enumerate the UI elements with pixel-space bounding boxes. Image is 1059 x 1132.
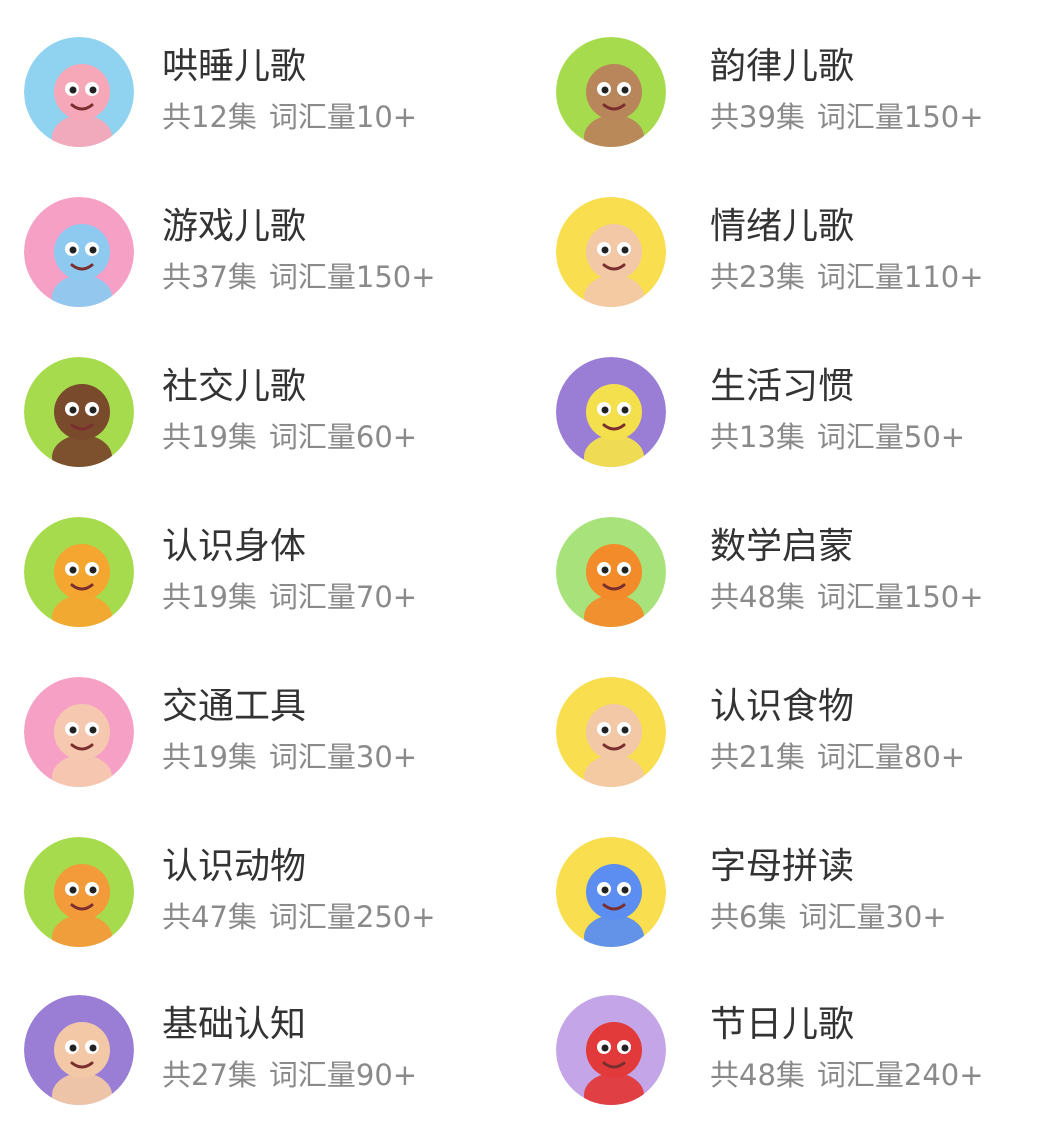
episode-count: 共37集 [162, 260, 257, 294]
category-title: 游戏儿歌 [162, 206, 307, 247]
vocab-count: 词汇量60+ [268, 420, 418, 454]
episode-count: 共13集 [710, 420, 805, 454]
vocab-count: 词汇量150+ [816, 580, 984, 614]
category-meta: 共37集 词汇量150+ [162, 259, 436, 295]
boy-icon-graphic [556, 197, 666, 307]
vocab-count: 词汇量70+ [268, 580, 418, 614]
cat-violin-icon [24, 37, 134, 147]
episode-count: 共21集 [710, 740, 805, 774]
santa-icon-graphic [556, 995, 666, 1105]
vocab-count: 词汇量90+ [268, 1058, 418, 1092]
monster-icon-graphic [556, 357, 666, 467]
category-title: 哄睡儿歌 [162, 46, 307, 87]
vocab-count: 词汇量30+ [268, 740, 418, 774]
category-item[interactable]: 社交儿歌 共19集 词汇量60+ [24, 357, 524, 477]
category-meta: 共6集 词汇量30+ [710, 899, 947, 935]
category-meta: 共19集 词汇量60+ [162, 419, 417, 455]
santa-icon [556, 995, 666, 1105]
hooded-kid-icon-graphic [24, 995, 134, 1105]
elephant-icon-graphic [24, 197, 134, 307]
category-item[interactable]: 生活习惯 共13集 词汇量50+ [556, 357, 1056, 477]
category-item[interactable]: 认识动物 共47集 词汇量250+ [24, 837, 524, 957]
category-title: 数学启蒙 [710, 526, 855, 567]
boy-icon [556, 197, 666, 307]
category-item[interactable]: 节日儿歌 共48集 词汇量240+ [556, 995, 1056, 1115]
category-item[interactable]: 认识身体 共19集 词汇量70+ [24, 517, 524, 637]
category-item[interactable]: 字母拼读 共6集 词汇量30+ [556, 837, 1056, 957]
category-item[interactable]: 韵律儿歌 共39集 词汇量150+ [556, 37, 1056, 157]
waving-kid-icon-graphic [24, 357, 134, 467]
episode-count: 共27集 [162, 1058, 257, 1092]
category-meta: 共48集 词汇量150+ [710, 579, 984, 615]
episode-count: 共19集 [162, 420, 257, 454]
episode-count: 共48集 [710, 580, 805, 614]
vocab-count: 词汇量150+ [268, 260, 436, 294]
category-meta: 共23集 词汇量110+ [710, 259, 984, 295]
cat-violin-icon-graphic [24, 37, 134, 147]
episode-count: 共6集 [710, 900, 787, 934]
hooded-kid-icon [24, 995, 134, 1105]
dinosaur-icon [24, 837, 134, 947]
episode-count: 共19集 [162, 580, 257, 614]
fox-icon-graphic [24, 517, 134, 627]
episode-count: 共23集 [710, 260, 805, 294]
category-meta: 共21集 词汇量80+ [710, 739, 965, 775]
girl-icecream-icon-graphic [556, 677, 666, 787]
vocab-count: 词汇量50+ [816, 420, 966, 454]
category-title: 社交儿歌 [162, 366, 307, 407]
ostrich-icon [556, 37, 666, 147]
fox-icon [24, 517, 134, 627]
category-meta: 共19集 词汇量30+ [162, 739, 417, 775]
episode-count: 共39集 [710, 100, 805, 134]
category-title: 认识动物 [162, 846, 307, 887]
song-category-grid: 哄睡儿歌 共12集 词汇量10+ 韵律儿歌 共39集 词汇量150+ 游戏儿歌 共3… [0, 0, 1059, 1132]
category-title: 认识身体 [162, 526, 307, 567]
category-meta: 共48集 词汇量240+ [710, 1057, 984, 1093]
elephant-icon [24, 197, 134, 307]
category-title: 情绪儿歌 [710, 206, 855, 247]
vocab-count: 词汇量30+ [798, 900, 947, 934]
numbers-kid-icon [556, 517, 666, 627]
category-meta: 共27集 词汇量90+ [162, 1057, 417, 1093]
category-item[interactable]: 哄睡儿歌 共12集 词汇量10+ [24, 37, 524, 157]
episode-count: 共19集 [162, 740, 257, 774]
category-meta: 共47集 词汇量250+ [162, 899, 436, 935]
monster-icon [556, 357, 666, 467]
bike-girl-icon [24, 677, 134, 787]
bike-girl-icon-graphic [24, 677, 134, 787]
ostrich-icon-graphic [556, 37, 666, 147]
category-title: 认识食物 [710, 686, 855, 727]
episode-count: 共48集 [710, 1058, 805, 1092]
category-title: 节日儿歌 [710, 1004, 855, 1045]
waving-kid-icon [24, 357, 134, 467]
category-item[interactable]: 交通工具 共19集 词汇量30+ [24, 677, 524, 797]
category-item[interactable]: 情绪儿歌 共23集 词汇量110+ [556, 197, 1056, 317]
category-title: 生活习惯 [710, 366, 855, 407]
category-meta: 共19集 词汇量70+ [162, 579, 417, 615]
category-title: 交通工具 [162, 686, 307, 727]
category-item[interactable]: 游戏儿歌 共37集 词汇量150+ [24, 197, 524, 317]
category-item[interactable]: 基础认知 共27集 词汇量90+ [24, 995, 524, 1115]
vocab-count: 词汇量250+ [268, 900, 436, 934]
vocab-count: 词汇量10+ [268, 100, 418, 134]
category-meta: 共12集 词汇量10+ [162, 99, 417, 135]
girl-icecream-icon [556, 677, 666, 787]
letter-b-icon-graphic [556, 837, 666, 947]
numbers-kid-icon-graphic [556, 517, 666, 627]
episode-count: 共12集 [162, 100, 257, 134]
category-title: 基础认知 [162, 1004, 307, 1045]
dinosaur-icon-graphic [24, 837, 134, 947]
category-item[interactable]: 数学启蒙 共48集 词汇量150+ [556, 517, 1056, 637]
vocab-count: 词汇量240+ [816, 1058, 984, 1092]
category-meta: 共39集 词汇量150+ [710, 99, 984, 135]
episode-count: 共47集 [162, 900, 257, 934]
category-title: 韵律儿歌 [710, 46, 855, 87]
vocab-count: 词汇量110+ [816, 260, 984, 294]
vocab-count: 词汇量150+ [816, 100, 984, 134]
vocab-count: 词汇量80+ [816, 740, 966, 774]
category-title: 字母拼读 [710, 846, 855, 887]
category-item[interactable]: 认识食物 共21集 词汇量80+ [556, 677, 1056, 797]
category-meta: 共13集 词汇量50+ [710, 419, 965, 455]
letter-b-icon [556, 837, 666, 947]
